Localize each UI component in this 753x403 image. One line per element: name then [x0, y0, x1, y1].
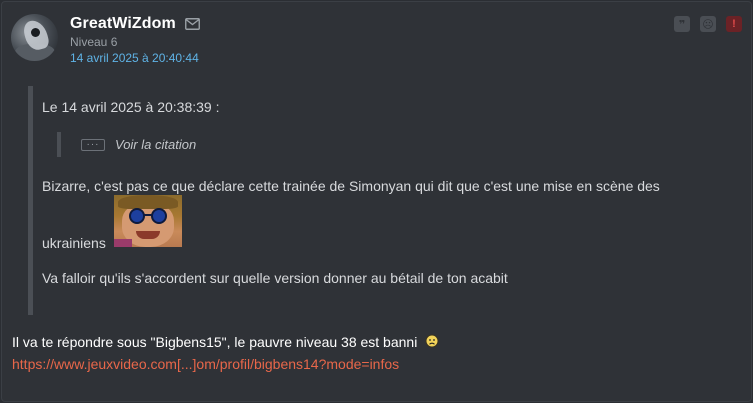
- quote-line-2: ukrainiens: [42, 235, 106, 251]
- avatar[interactable]: [11, 14, 58, 61]
- smiley-icon[interactable]: ☹: [700, 16, 716, 32]
- sticker-image: [114, 195, 182, 247]
- post-date-link[interactable]: 14 avril 2025 à 20:40:44: [70, 51, 199, 65]
- nested-quote[interactable]: ··· Voir la citation: [57, 132, 196, 157]
- quote-header: Le 14 avril 2025 à 20:38:39 :: [42, 99, 220, 115]
- expand-quote-button[interactable]: ···: [81, 138, 105, 151]
- show-quote-label[interactable]: Voir la citation: [115, 137, 196, 152]
- forum-post: GreatWiZdom Niveau 6 14 avril 2025 à 20:…: [1, 1, 752, 402]
- report-icon[interactable]: !: [726, 16, 742, 32]
- sad-smiley-icon: [425, 334, 439, 348]
- message-text-content: Il va te répondre sous "Bigbens15", le p…: [12, 334, 418, 350]
- profile-url-link[interactable]: https://www.jeuxvideo.com[...]om/profil/…: [12, 356, 399, 372]
- message-text: Il va te répondre sous "Bigbens15", le p…: [12, 334, 439, 350]
- quote-line-3: Va falloir qu'ils s'accordent sur quelle…: [42, 270, 508, 286]
- author-level: Niveau 6: [70, 35, 118, 49]
- quote-icon[interactable]: ❞: [674, 16, 690, 32]
- quote-line-1: Bizarre, c'est pas ce que déclare cette …: [42, 178, 660, 194]
- envelope-icon[interactable]: [185, 18, 200, 30]
- author-username[interactable]: GreatWiZdom: [70, 15, 176, 33]
